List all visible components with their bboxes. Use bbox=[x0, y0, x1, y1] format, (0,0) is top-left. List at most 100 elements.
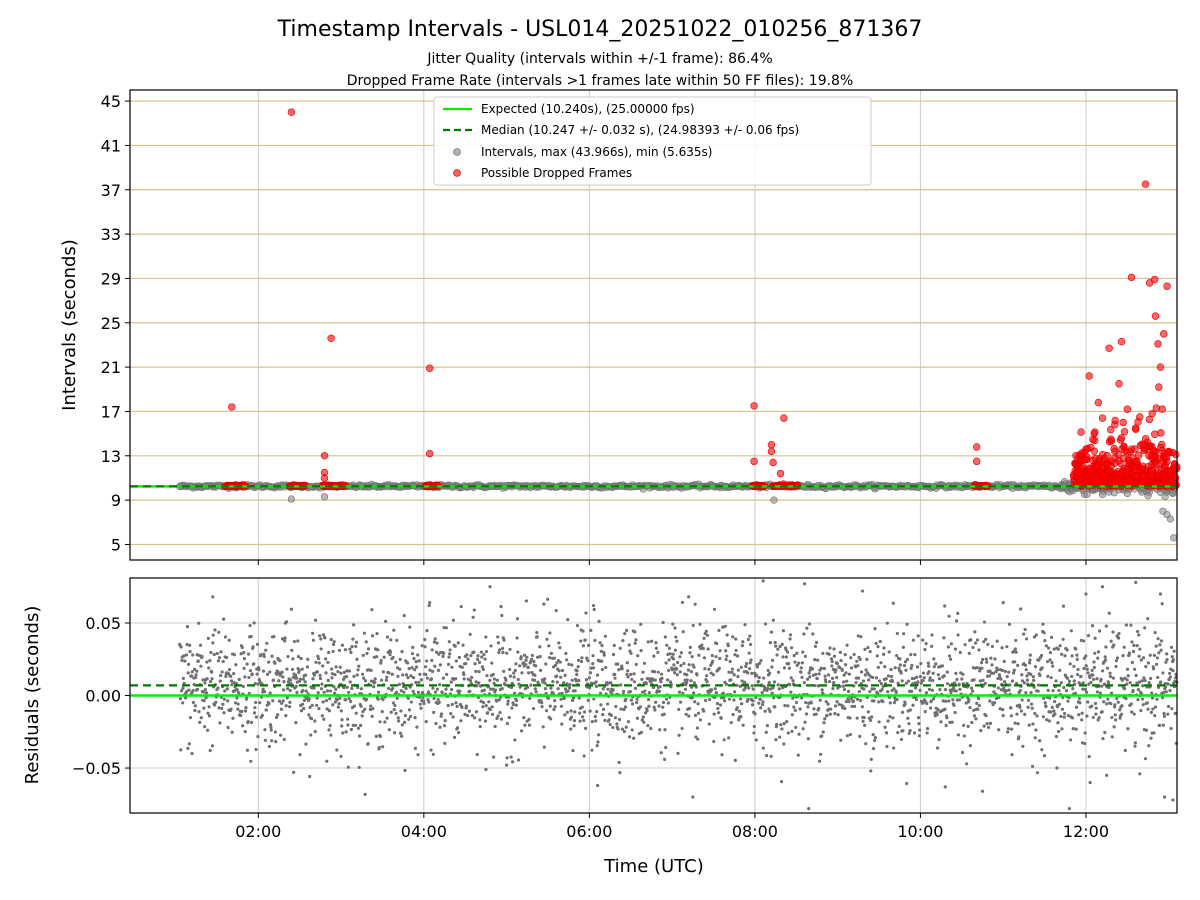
residual-point bbox=[438, 725, 442, 729]
residual-point bbox=[899, 671, 903, 675]
residual-point bbox=[252, 711, 257, 715]
residual-point bbox=[506, 699, 510, 703]
residual-point bbox=[513, 738, 517, 742]
residual-point bbox=[865, 657, 869, 661]
residual-point bbox=[389, 638, 393, 642]
residual-point bbox=[251, 645, 255, 649]
residual-point bbox=[482, 653, 486, 657]
dropped-point bbox=[1072, 452, 1080, 460]
residual-point bbox=[417, 659, 421, 663]
residual-point bbox=[1083, 687, 1088, 691]
residual-point bbox=[1010, 679, 1015, 683]
residual-point bbox=[336, 705, 340, 709]
residual-point bbox=[597, 619, 601, 623]
residual-point bbox=[1059, 714, 1063, 719]
residual-point bbox=[1022, 681, 1026, 685]
residual-point bbox=[741, 723, 745, 727]
residual-point bbox=[771, 658, 775, 662]
residual-point bbox=[1034, 633, 1038, 637]
residual-point bbox=[1149, 676, 1153, 681]
residual-point bbox=[544, 709, 549, 713]
dropped-point bbox=[1125, 475, 1133, 484]
residual-point bbox=[349, 699, 353, 703]
residual-point bbox=[226, 699, 230, 703]
dropped-point bbox=[767, 447, 776, 456]
residual-point bbox=[193, 708, 197, 713]
residual-point bbox=[911, 703, 915, 707]
residual-point bbox=[222, 711, 226, 715]
residual-point bbox=[1122, 687, 1127, 691]
residual-point bbox=[209, 650, 213, 655]
residual-point bbox=[1054, 734, 1059, 739]
residual-point bbox=[1146, 617, 1150, 621]
residual-point bbox=[1057, 702, 1061, 707]
residual-point bbox=[932, 665, 936, 669]
residual-point bbox=[211, 595, 215, 599]
residual-point bbox=[540, 701, 544, 705]
residual-point bbox=[296, 654, 301, 659]
residual-point bbox=[641, 670, 645, 674]
residual-point bbox=[210, 744, 215, 748]
residual-point bbox=[877, 720, 881, 724]
residual-point bbox=[1103, 730, 1107, 735]
residual-point bbox=[1117, 636, 1121, 640]
residual-point bbox=[398, 731, 403, 735]
residual-point bbox=[484, 704, 488, 708]
residual-point bbox=[871, 733, 875, 737]
residual-point bbox=[236, 702, 240, 706]
residual-point bbox=[1170, 707, 1174, 711]
residual-point bbox=[318, 673, 322, 677]
residual-point bbox=[559, 704, 564, 708]
residual-point bbox=[1159, 639, 1164, 643]
chart-figure: Timestamp Intervals - USL014_20251022_01… bbox=[22, 17, 1181, 877]
residual-point bbox=[383, 720, 387, 724]
residual-point bbox=[778, 735, 782, 739]
residual-point bbox=[872, 699, 876, 703]
residual-point bbox=[406, 676, 410, 680]
residual-point bbox=[646, 640, 650, 644]
residual-point bbox=[289, 607, 293, 611]
residual-point bbox=[789, 690, 793, 694]
residual-point bbox=[949, 642, 953, 646]
residual-point bbox=[284, 704, 288, 708]
residual-point bbox=[885, 744, 889, 749]
residual-point bbox=[953, 710, 957, 715]
residual-point bbox=[1149, 736, 1153, 740]
residual-point bbox=[458, 689, 462, 693]
y-tick-label: 0.00 bbox=[85, 687, 121, 706]
residual-point bbox=[515, 636, 519, 640]
residual-point bbox=[833, 704, 838, 708]
residual-point bbox=[444, 687, 448, 691]
residual-point bbox=[199, 716, 203, 720]
residual-point bbox=[787, 666, 791, 670]
residual-point bbox=[703, 698, 708, 703]
residual-point bbox=[237, 691, 241, 695]
dropped-point bbox=[1127, 273, 1136, 282]
residual-point bbox=[843, 653, 847, 657]
residual-point bbox=[501, 650, 505, 655]
residual-point bbox=[750, 671, 754, 675]
residual-point bbox=[318, 676, 323, 681]
residual-point bbox=[1029, 702, 1034, 706]
residual-point bbox=[348, 647, 352, 651]
residual-point bbox=[1122, 645, 1126, 649]
residual-point bbox=[210, 677, 214, 681]
residual-point bbox=[465, 714, 470, 718]
residual-point bbox=[527, 723, 531, 727]
residual-point bbox=[1103, 658, 1108, 662]
residual-point bbox=[183, 659, 187, 663]
residual-point bbox=[223, 689, 227, 693]
residual-point bbox=[206, 636, 210, 640]
residual-point bbox=[322, 717, 326, 721]
residual-point bbox=[1072, 664, 1076, 668]
residual-point bbox=[527, 671, 531, 675]
residual-point bbox=[791, 696, 795, 700]
residual-point bbox=[659, 751, 663, 755]
residual-point bbox=[323, 636, 327, 640]
residual-point bbox=[849, 656, 853, 660]
residual-point bbox=[987, 725, 991, 729]
residual-point bbox=[404, 673, 409, 677]
residual-point bbox=[573, 689, 577, 693]
residual-point bbox=[410, 666, 414, 670]
residual-point bbox=[908, 728, 912, 733]
